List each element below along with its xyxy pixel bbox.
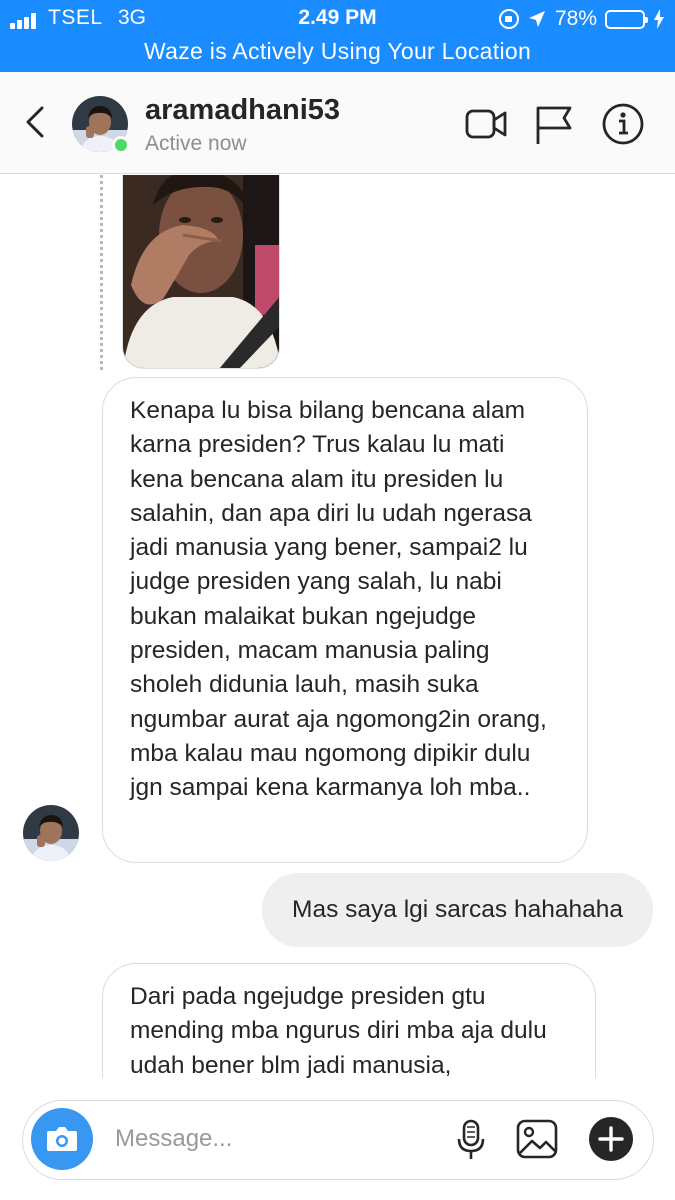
gallery-icon[interactable] <box>513 1115 561 1163</box>
info-icon[interactable] <box>601 102 645 146</box>
plus-icon[interactable] <box>587 1115 635 1163</box>
online-indicator <box>112 136 130 154</box>
active-status: Active now <box>145 132 247 155</box>
chat-username[interactable]: aramadhani53 <box>145 94 340 127</box>
rotation-lock-icon <box>498 9 519 29</box>
message-input[interactable] <box>115 1119 435 1159</box>
location-banner[interactable]: Waze is Actively Using Your Location <box>0 38 675 65</box>
battery-percent: 78% <box>554 7 597 30</box>
battery-icon <box>605 9 648 29</box>
received-message-bubble[interactable]: Dari pada ngejudge presiden gtu mending … <box>102 963 596 1078</box>
received-message-bubble[interactable]: Kenapa lu bisa bilang bencana alam karna… <box>102 377 588 863</box>
message-text: Mas saya lgi sarcas hahahaha <box>292 896 623 923</box>
chat-header: aramadhani53 Active now <box>0 72 675 174</box>
message-text: Dari pada ngejudge presiden gtu mending … <box>130 983 547 1078</box>
back-chevron-icon[interactable] <box>18 102 58 142</box>
camera-button[interactable] <box>31 1108 93 1170</box>
message-text: Kenapa lu bisa bilang bencana alam karna… <box>130 397 547 802</box>
camera-icon <box>47 1127 77 1151</box>
message-thread[interactable]: Kenapa lu bisa bilang bencana alam karna… <box>0 175 675 1078</box>
charging-bolt-icon <box>654 9 664 29</box>
video-call-icon[interactable] <box>464 102 508 146</box>
location-arrow-icon <box>528 11 545 27</box>
shared-photo[interactable] <box>122 175 280 369</box>
flag-icon[interactable] <box>532 102 576 146</box>
reply-thread-line <box>100 175 103 370</box>
message-composer <box>22 1100 654 1180</box>
microphone-icon[interactable] <box>447 1115 495 1163</box>
sender-avatar[interactable] <box>23 805 79 861</box>
sent-message-bubble[interactable]: Mas saya lgi sarcas hahahaha <box>262 873 653 947</box>
status-bar: TSEL 3G 2.49 PM 78% Waze is Actively Usi… <box>0 0 675 72</box>
